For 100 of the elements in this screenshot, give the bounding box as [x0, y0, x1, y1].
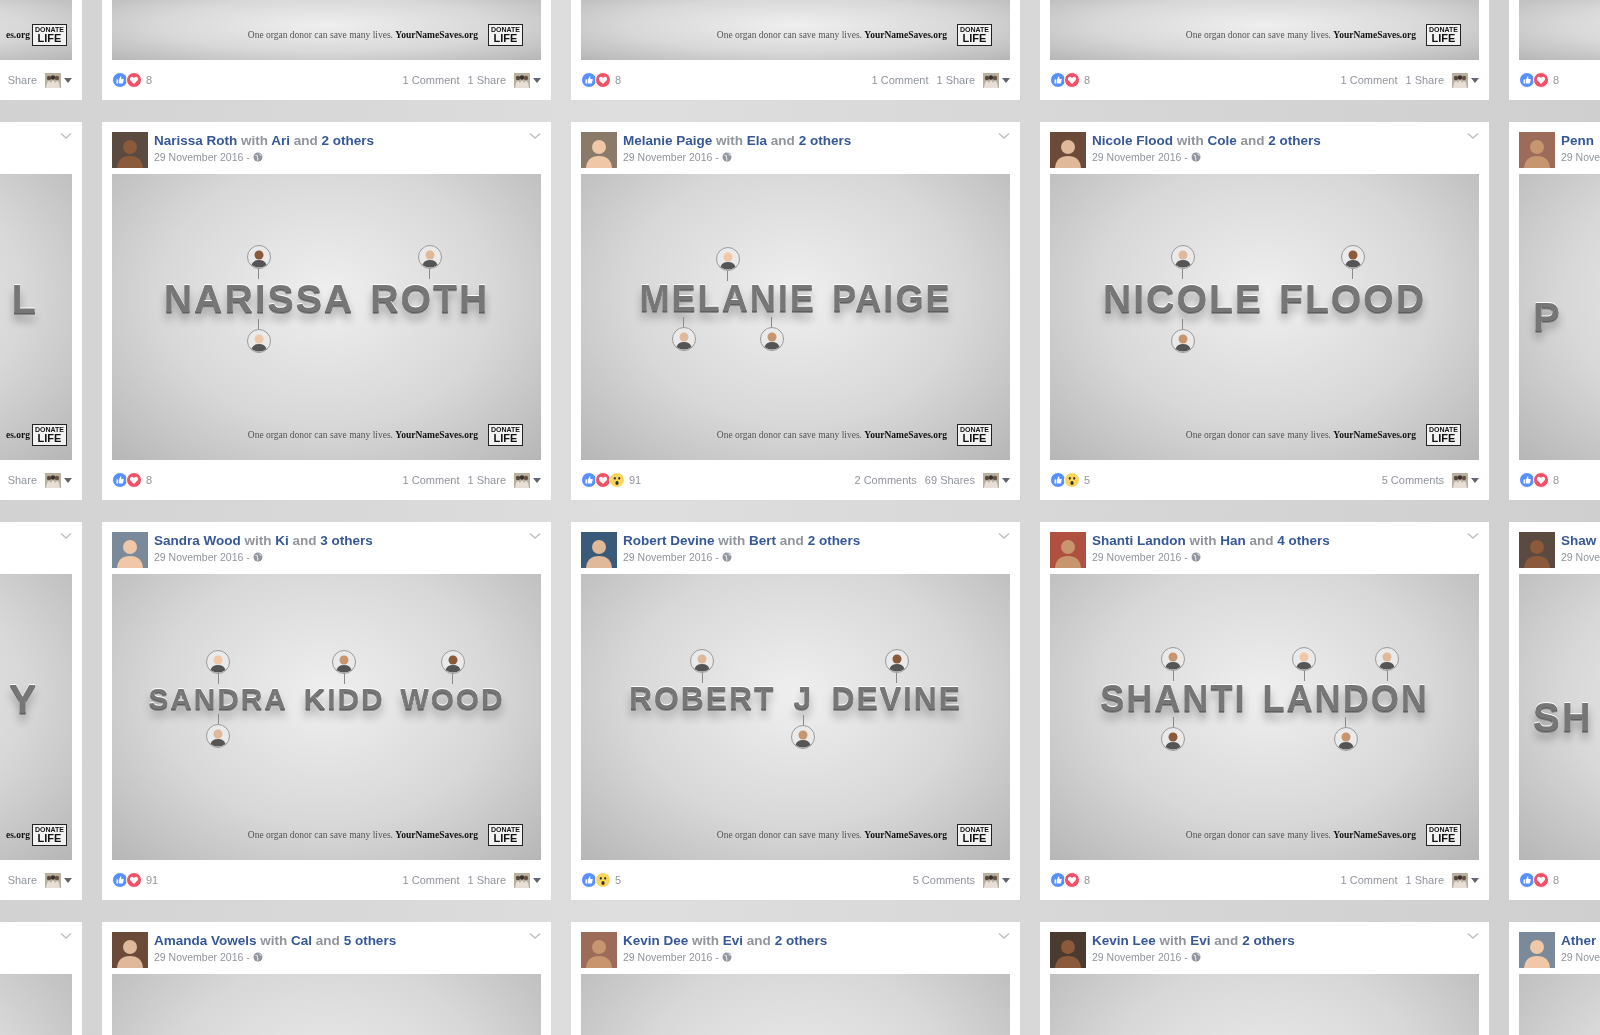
- avatar[interactable]: [1050, 132, 1086, 168]
- shares-link[interactable]: 69 Shares: [924, 474, 975, 486]
- post-date[interactable]: 29 November 2016 -: [623, 951, 719, 963]
- comments-link[interactable]: 1 Comment: [871, 74, 929, 86]
- author-link[interactable]: Ather: [1561, 933, 1597, 948]
- post-date[interactable]: 29 November 2016 -: [154, 551, 250, 563]
- post-date[interactable]: 29 November 2016 -: [1092, 551, 1188, 563]
- audience-button[interactable]: [1452, 872, 1479, 888]
- audience-button[interactable]: [45, 872, 72, 888]
- chevron-down-icon[interactable]: [998, 132, 1010, 140]
- comments-link[interactable]: 1 Comment: [1340, 874, 1398, 886]
- avatar[interactable]: [581, 132, 617, 168]
- chevron-down-icon[interactable]: [529, 532, 541, 540]
- others-link[interactable]: 5 others: [343, 933, 397, 948]
- chevron-down-icon[interactable]: [1467, 932, 1479, 940]
- tagged-link[interactable]: Ari: [271, 133, 291, 148]
- audience-button[interactable]: [45, 472, 72, 488]
- tagged-link[interactable]: Ki: [275, 533, 289, 548]
- reaction-count[interactable]: 91: [629, 474, 642, 486]
- shares-link[interactable]: 1 Share: [936, 74, 975, 86]
- reaction-count[interactable]: 8: [146, 474, 153, 486]
- comments-link[interactable]: 5 Comments: [912, 874, 975, 886]
- reaction-count[interactable]: 5: [615, 874, 622, 886]
- author-link[interactable]: Sandra Wood: [154, 533, 241, 548]
- author-link[interactable]: Narissa Roth: [154, 133, 238, 148]
- others-link[interactable]: 4 others: [1277, 533, 1330, 548]
- chevron-down-icon[interactable]: [60, 932, 72, 940]
- chevron-down-icon[interactable]: [60, 132, 72, 140]
- chevron-down-icon[interactable]: [998, 532, 1010, 540]
- others-link[interactable]: 2 others: [1242, 933, 1295, 948]
- others-link[interactable]: 3 others: [320, 533, 373, 548]
- author-link[interactable]: Shanti Landon: [1092, 533, 1186, 548]
- post-date[interactable]: 29 November 2016 -: [154, 151, 250, 163]
- reaction-count[interactable]: 8: [1553, 874, 1560, 886]
- tagged-link[interactable]: Cole: [1207, 133, 1237, 148]
- others-link[interactable]: 2 others: [774, 933, 828, 948]
- shares-link[interactable]: 1 Share: [467, 474, 506, 486]
- post-date[interactable]: 29 November 2016 -: [154, 951, 250, 963]
- author-link[interactable]: Melanie Paige: [623, 133, 713, 148]
- audience-button[interactable]: [983, 872, 1010, 888]
- chevron-down-icon[interactable]: [1467, 132, 1479, 140]
- avatar[interactable]: [112, 932, 148, 968]
- comments-link[interactable]: 1 Comment: [402, 874, 460, 886]
- shares-link[interactable]: Share: [7, 874, 37, 886]
- comments-link[interactable]: 2 Comments: [854, 474, 917, 486]
- others-link[interactable]: 2 others: [798, 133, 852, 148]
- post-date[interactable]: 29 November 2016 -: [623, 151, 719, 163]
- others-link[interactable]: 2 others: [807, 533, 861, 548]
- author-link[interactable]: Shaw: [1561, 533, 1597, 548]
- post-date[interactable]: 29 November 2016 -: [623, 551, 719, 563]
- chevron-down-icon[interactable]: [1467, 532, 1479, 540]
- post-date[interactable]: 29 November 2016 -: [1092, 151, 1188, 163]
- author-link[interactable]: Nicole Flood: [1092, 133, 1173, 148]
- shares-link[interactable]: Share: [7, 474, 37, 486]
- audience-button[interactable]: [983, 72, 1010, 88]
- reaction-count[interactable]: 8: [1553, 74, 1560, 86]
- others-link[interactable]: 2 others: [1268, 133, 1321, 148]
- comments-link[interactable]: 5 Comments: [1381, 474, 1444, 486]
- reaction-count[interactable]: 91: [146, 874, 159, 886]
- author-link[interactable]: Kevin Lee: [1092, 933, 1156, 948]
- reaction-count[interactable]: 8: [1084, 874, 1091, 886]
- shares-link[interactable]: 1 Share: [1405, 874, 1444, 886]
- others-link[interactable]: 2 others: [321, 133, 375, 148]
- audience-button[interactable]: [45, 72, 72, 88]
- reaction-count[interactable]: 8: [1553, 474, 1560, 486]
- comments-link[interactable]: 1 Comment: [1340, 74, 1398, 86]
- post-date[interactable]: 29 Nove: [1561, 151, 1600, 163]
- tagged-link[interactable]: Han: [1220, 533, 1246, 548]
- audience-button[interactable]: [514, 72, 541, 88]
- shares-link[interactable]: 1 Share: [467, 874, 506, 886]
- post-date[interactable]: 29 Nove: [1561, 951, 1600, 963]
- tagged-link[interactable]: Ela: [746, 133, 768, 148]
- tagged-link[interactable]: Cal: [291, 933, 313, 948]
- chevron-down-icon[interactable]: [529, 932, 541, 940]
- tagged-link[interactable]: Evi: [722, 933, 744, 948]
- post-image[interactable]: P: [1519, 174, 1600, 460]
- avatar[interactable]: [1519, 932, 1555, 968]
- author-link[interactable]: Kevin Dee: [623, 933, 689, 948]
- author-link[interactable]: Amanda Vowels: [154, 933, 257, 948]
- audience-button[interactable]: [514, 472, 541, 488]
- reaction-count[interactable]: 5: [1084, 474, 1091, 486]
- tagged-link[interactable]: Evi: [1190, 933, 1211, 948]
- audience-button[interactable]: [983, 472, 1010, 488]
- post-image[interactable]: SH: [1519, 574, 1600, 860]
- comments-link[interactable]: 1 Comment: [402, 474, 460, 486]
- avatar[interactable]: [1050, 532, 1086, 568]
- reaction-count[interactable]: 8: [1084, 74, 1091, 86]
- chevron-down-icon[interactable]: [529, 132, 541, 140]
- reaction-count[interactable]: 8: [146, 74, 153, 86]
- audience-button[interactable]: [1452, 472, 1479, 488]
- reaction-count[interactable]: 8: [615, 74, 622, 86]
- chevron-down-icon[interactable]: [60, 532, 72, 540]
- shares-link[interactable]: 1 Share: [467, 74, 506, 86]
- avatar[interactable]: [1050, 932, 1086, 968]
- audience-button[interactable]: [1452, 72, 1479, 88]
- post-date[interactable]: 29 November 2016 -: [1092, 951, 1188, 963]
- audience-button[interactable]: [514, 872, 541, 888]
- avatar[interactable]: [112, 532, 148, 568]
- shares-link[interactable]: Share: [7, 74, 37, 86]
- author-link[interactable]: Robert Devine: [623, 533, 715, 548]
